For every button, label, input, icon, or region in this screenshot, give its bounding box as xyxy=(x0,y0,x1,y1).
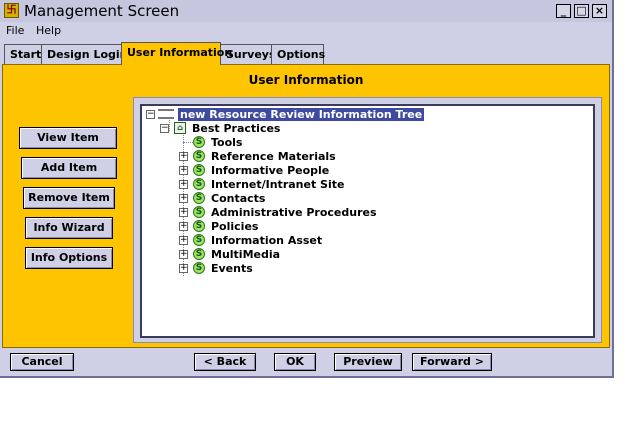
ok-button[interactable]: OK xyxy=(274,353,316,371)
menu-file[interactable]: File xyxy=(6,24,24,38)
survey-icon: S xyxy=(193,248,205,260)
survey-icon: S xyxy=(193,206,205,218)
resource-tree[interactable]: − new Resource Review Information Tree −… xyxy=(140,104,595,338)
expand-icon[interactable]: + xyxy=(179,222,188,231)
tab-design-login[interactable]: Design Login xyxy=(41,44,128,64)
survey-icon: S xyxy=(193,220,205,232)
add-item-button[interactable]: Add Item xyxy=(21,157,117,179)
folder-icon: ⌂ xyxy=(174,122,186,134)
tree-node-label[interactable]: Information Asset xyxy=(211,234,322,247)
survey-icon: S xyxy=(193,234,205,246)
collapse-icon[interactable]: − xyxy=(146,110,155,119)
minimize-button[interactable]: _ xyxy=(556,4,571,18)
tree-root-label[interactable]: new Resource Review Information Tree xyxy=(178,108,425,121)
expand-icon[interactable]: + xyxy=(179,250,188,259)
tree-node-label[interactable]: Policies xyxy=(211,220,258,233)
survey-icon: S xyxy=(193,136,205,148)
tab-start[interactable]: Start xyxy=(4,44,42,64)
app-icon: 卐 xyxy=(4,3,19,18)
expand-icon[interactable]: + xyxy=(179,264,188,273)
collapse-icon[interactable]: − xyxy=(160,124,169,133)
tree-node-label[interactable]: Internet/Intranet Site xyxy=(211,178,344,191)
tree-line xyxy=(183,142,193,143)
tree-node-label[interactable]: Contacts xyxy=(211,192,265,205)
close-button[interactable]: × xyxy=(592,4,607,18)
user-information-panel: User Information View Item Add Item Remo… xyxy=(2,64,610,348)
menu-bar: File Help xyxy=(0,22,612,40)
menu-help[interactable]: Help xyxy=(36,24,61,38)
window-title: Management Screen xyxy=(24,2,180,20)
tab-options[interactable]: Options xyxy=(271,44,325,64)
tree-node-label[interactable]: Administrative Procedures xyxy=(211,206,377,219)
tree-node-label[interactable]: Tools xyxy=(211,136,242,149)
expand-icon[interactable]: + xyxy=(179,194,188,203)
tree-node-label[interactable]: MultiMedia xyxy=(211,248,280,261)
survey-icon: S xyxy=(193,192,205,204)
maximize-button[interactable]: □ xyxy=(574,4,589,18)
panel-title: User Information xyxy=(248,73,364,87)
info-wizard-button[interactable]: Info Wizard xyxy=(25,217,113,239)
tree-root-icon xyxy=(158,109,174,119)
expand-icon[interactable]: + xyxy=(179,208,188,217)
expand-icon[interactable]: + xyxy=(179,180,188,189)
tree-node-label[interactable]: Events xyxy=(211,262,253,275)
title-bar[interactable]: 卐 Management Screen _ □ × xyxy=(0,0,612,23)
survey-icon: S xyxy=(193,178,205,190)
survey-icon: S xyxy=(193,262,205,274)
info-options-button[interactable]: Info Options xyxy=(25,247,113,269)
bottom-bar: Cancel < Back OK Preview Forward > xyxy=(2,350,610,374)
tab-user-information[interactable]: User Information xyxy=(121,42,232,65)
view-item-button[interactable]: View Item xyxy=(19,127,117,149)
remove-item-button[interactable]: Remove Item xyxy=(23,187,115,209)
tree-node-label[interactable]: Reference Materials xyxy=(211,150,336,163)
back-button[interactable]: < Back xyxy=(194,353,256,371)
survey-icon: S xyxy=(193,164,205,176)
tree-node-label[interactable]: Informative People xyxy=(211,164,329,177)
tree-node-label[interactable]: Best Practices xyxy=(192,122,280,135)
preview-button[interactable]: Preview xyxy=(334,353,402,371)
tree-frame: − new Resource Review Information Tree −… xyxy=(133,97,602,343)
cancel-button[interactable]: Cancel xyxy=(10,353,74,371)
forward-button[interactable]: Forward > xyxy=(412,353,492,371)
management-window: 卐 Management Screen _ □ × File Help Star… xyxy=(0,0,614,378)
survey-icon: S xyxy=(193,150,205,162)
expand-icon[interactable]: + xyxy=(179,166,188,175)
expand-icon[interactable]: + xyxy=(179,236,188,245)
tree-line xyxy=(169,120,170,131)
expand-icon[interactable]: + xyxy=(179,152,188,161)
